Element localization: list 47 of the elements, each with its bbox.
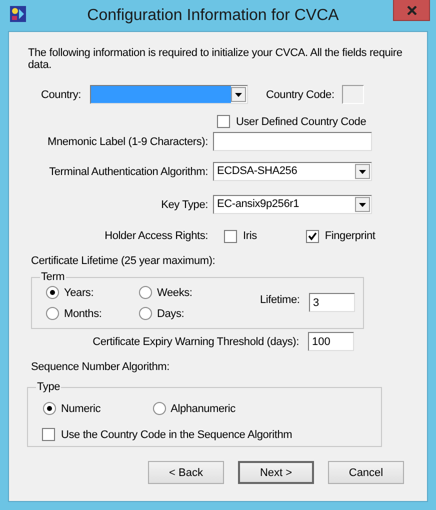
checkbox-label: Use the Country Code in the Sequence Algorithm xyxy=(61,428,292,440)
algorithm-dropdown[interactable]: ECDSA-SHA256 xyxy=(213,162,372,181)
lifetime-value-label: Lifetime: xyxy=(260,294,300,306)
algorithm-label: Terminal Authentication Algorithm: xyxy=(48,166,208,178)
lifetime-label: Certificate Lifetime (25 year maximum): xyxy=(31,255,216,268)
checkbox-label: User Defined Country Code xyxy=(236,116,366,128)
expiry-field[interactable]: 100 xyxy=(308,332,354,351)
checkbox-label: Fingerprint xyxy=(324,230,376,242)
checkbox[interactable] xyxy=(306,230,319,242)
checkbox[interactable] xyxy=(224,230,237,242)
group-label: Term xyxy=(40,271,66,283)
close-icon xyxy=(406,6,416,14)
dialog-button[interactable]: Next > xyxy=(238,461,314,484)
holder-access-label: Holder Access Rights: xyxy=(104,230,208,242)
checkbox[interactable] xyxy=(42,428,55,441)
checkbox[interactable] xyxy=(217,115,230,128)
radio-label: Months: xyxy=(64,308,102,320)
country-code-field[interactable] xyxy=(342,85,364,104)
radio-label: Numeric xyxy=(61,402,101,414)
radio-button[interactable] xyxy=(43,402,56,415)
key-type-label: Key Type: xyxy=(160,198,208,210)
country-label: Country: xyxy=(40,88,81,100)
app-icon xyxy=(10,6,26,22)
radio-label: Days: xyxy=(157,308,184,320)
sequence-label: Sequence Number Algorithm: xyxy=(31,361,170,374)
radio-button[interactable] xyxy=(139,307,152,320)
dialog-button[interactable]: < Back xyxy=(148,461,224,484)
country-code-label: Country Code: xyxy=(266,88,334,100)
checkbox-label: Iris xyxy=(243,230,257,242)
radio-label: Weeks: xyxy=(157,286,192,298)
radio-button[interactable] xyxy=(139,286,152,299)
radio-button[interactable] xyxy=(152,402,166,415)
country-dropdown[interactable] xyxy=(90,85,248,104)
radio-label: Alphanumeric xyxy=(170,402,236,414)
intro-text: The following information is required to initialize your CVCA. All the fields require data. xyxy=(28,47,404,71)
mnemonic-label: Mnemonic Label (1-9 Characters): xyxy=(46,136,208,148)
key-type-dropdown[interactable]: EC-ansix9p256r1 xyxy=(213,195,372,214)
group-label: Type xyxy=(36,381,62,393)
expiry-label: Certificate Expiry Warning Threshold (days): xyxy=(92,336,299,348)
close-button[interactable] xyxy=(393,0,430,21)
dialog-button[interactable]: Cancel xyxy=(328,461,404,484)
window-title: Configuration Information for CVCA xyxy=(86,6,340,24)
mnemonic-field[interactable] xyxy=(213,132,372,151)
radio-label: Years: xyxy=(64,286,94,298)
radio-button[interactable] xyxy=(46,307,59,320)
lifetime-field[interactable]: 3 xyxy=(309,293,355,312)
radio-button[interactable] xyxy=(46,286,59,299)
